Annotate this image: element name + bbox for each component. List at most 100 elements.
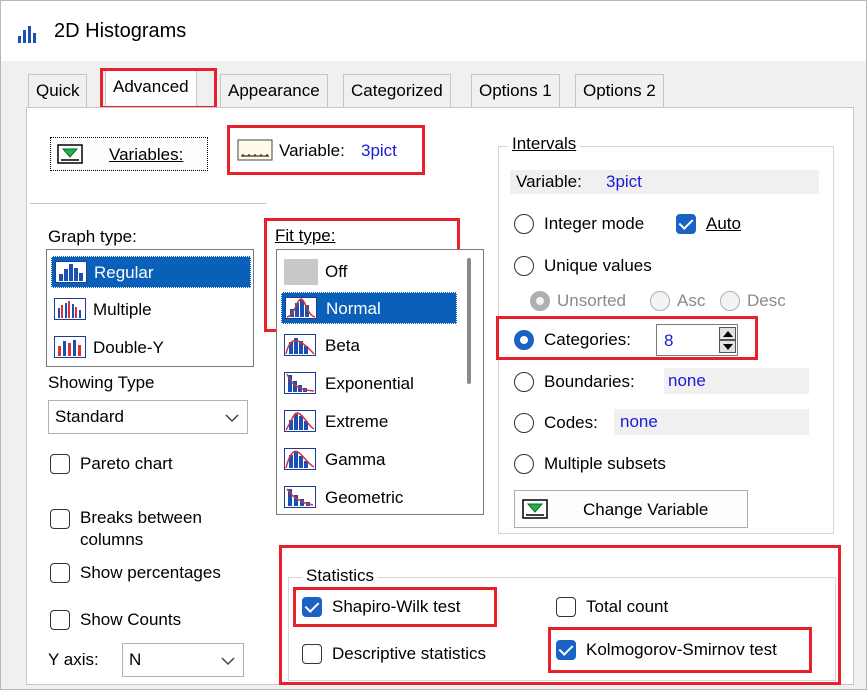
integer-mode-radio[interactable]: Integer mode — [514, 212, 674, 238]
radio-label: Asc — [677, 291, 706, 310]
radio-circle — [530, 291, 550, 311]
list-item-label: Double-Y — [93, 338, 164, 357]
radio-label: Boundaries: — [544, 372, 635, 391]
total-count-checkbox[interactable]: Total count — [556, 595, 726, 621]
fit-type-list[interactable]: Off Normal Beta Exponential Extreme Gamm… — [276, 249, 484, 515]
categories-stepper[interactable]: 8 — [656, 324, 738, 356]
codes-value: none — [620, 412, 658, 431]
radio-label: Integer mode — [544, 214, 645, 233]
intervals-title: Intervals — [508, 134, 581, 154]
list-item[interactable]: Multiple — [51, 294, 251, 326]
asc-radio[interactable]: Asc — [650, 290, 716, 314]
checkbox-box — [556, 640, 576, 660]
checkbox-label: Shapiro-Wilk test — [332, 597, 461, 616]
showing-type-select[interactable]: Standard — [48, 400, 248, 434]
list-item[interactable]: Normal — [281, 292, 457, 324]
list-item[interactable]: Regular — [51, 256, 251, 288]
tab-options-1[interactable]: Options 1 — [471, 74, 560, 108]
list-item[interactable]: Extreme — [281, 406, 457, 438]
list-item-label: Extreme — [325, 412, 389, 431]
scrollbar-thumb[interactable] — [467, 258, 471, 384]
codes-value-field: none — [614, 409, 809, 435]
list-item-label: Geometric — [325, 488, 404, 507]
chevron-down-icon — [225, 414, 239, 423]
checkbox-label: Descriptive statistics — [332, 644, 486, 663]
triangle-down-icon — [723, 344, 733, 350]
radio-circle — [514, 214, 534, 234]
descriptive-statistics-checkbox[interactable]: Descriptive statistics — [302, 642, 532, 668]
gamma-fit-icon — [284, 448, 316, 470]
unsorted-radio[interactable]: Unsorted — [530, 290, 642, 314]
list-item-label: Multiple — [93, 300, 152, 319]
radio-label: Multiple subsets — [544, 454, 666, 473]
list-item[interactable]: Beta — [281, 330, 457, 362]
checkbox-label-line2: columns — [80, 530, 144, 549]
window-title: 2D Histograms — [54, 20, 187, 42]
multiple-subsets-radio[interactable]: Multiple subsets — [514, 452, 714, 478]
show-counts-checkbox[interactable]: Show Counts — [50, 608, 270, 634]
extreme-fit-icon — [284, 410, 316, 432]
y-axis-label: Y axis: — [48, 650, 99, 669]
tab-quick[interactable]: Quick — [28, 74, 88, 108]
normal-fit-icon — [285, 297, 317, 319]
desc-radio[interactable]: Desc — [720, 290, 800, 314]
change-variable-label: Change Variable — [583, 500, 709, 519]
y-axis-select[interactable]: N — [122, 643, 244, 677]
shapiro-wilk-checkbox[interactable]: Shapiro-Wilk test — [302, 595, 492, 621]
variable-display[interactable]: Variable: 3pict — [233, 131, 419, 169]
unique-values-radio[interactable]: Unique values — [514, 254, 714, 280]
green-arrow-icon — [522, 499, 548, 519]
auto-checkbox[interactable]: Auto — [676, 212, 756, 238]
radio-label: Unique values — [544, 256, 652, 275]
radio-label: Desc — [747, 291, 786, 310]
radio-circle — [514, 330, 534, 350]
list-item-label: Regular — [94, 263, 154, 282]
list-item[interactable]: Double-Y — [51, 332, 251, 364]
stepper-down-button[interactable] — [719, 340, 736, 353]
show-percentages-checkbox[interactable]: Show percentages — [50, 561, 270, 587]
variable-value: 3pict — [361, 141, 397, 160]
variable-label: Variable: — [279, 141, 345, 160]
checkbox-label: Breaks between — [80, 508, 202, 527]
boundaries-value-field: none — [664, 368, 809, 394]
highlight-box — [100, 68, 217, 109]
change-variable-button[interactable]: Change Variable — [514, 490, 748, 528]
list-item[interactable]: Exponential — [281, 368, 457, 400]
geometric-fit-icon — [284, 486, 316, 508]
tab-categorized[interactable]: Categorized — [343, 74, 451, 108]
codes-radio[interactable]: Codes: — [514, 411, 614, 437]
categories-value: 8 — [664, 331, 674, 350]
radio-circle — [650, 291, 670, 311]
double-y-histogram-icon — [54, 336, 86, 358]
checkbox-box — [50, 454, 70, 474]
separator — [30, 203, 266, 204]
list-item-label: Normal — [326, 299, 381, 318]
checkbox-label: Pareto chart — [80, 454, 173, 473]
exponential-fit-icon — [284, 372, 316, 394]
list-item-label: Exponential — [325, 374, 414, 393]
checkbox-box — [50, 610, 70, 630]
green-arrow-icon — [57, 144, 83, 164]
categories-radio[interactable]: Categories: — [514, 328, 654, 354]
radio-circle — [514, 372, 534, 392]
list-item[interactable]: Geometric — [281, 482, 457, 514]
kolmogorov-smirnov-checkbox[interactable]: Kolmogorov-Smirnov test — [556, 638, 806, 664]
checkbox-label: Show percentages — [80, 563, 221, 582]
y-axis-value: N — [129, 650, 142, 669]
showing-type-value: Standard — [55, 407, 124, 426]
boundaries-radio[interactable]: Boundaries: — [514, 370, 664, 396]
variables-button[interactable]: Variables: — [50, 137, 208, 171]
tab-options-2[interactable]: Options 2 — [575, 74, 664, 108]
tab-appearance[interactable]: Appearance — [220, 74, 328, 108]
breaks-between-columns-checkbox[interactable]: Breaks between columns — [50, 505, 270, 555]
radio-label: Categories: — [544, 330, 631, 349]
graph-type-list[interactable]: Regular Multiple Double-Y — [46, 249, 254, 367]
checkbox-label: Kolmogorov-Smirnov test — [586, 640, 777, 659]
intervals-variable-label: Variable: — [516, 172, 582, 191]
radio-circle — [720, 291, 740, 311]
list-item[interactable]: Gamma — [281, 444, 457, 476]
list-item[interactable]: Off — [281, 256, 457, 288]
pareto-chart-checkbox[interactable]: Pareto chart — [50, 452, 270, 478]
variable-icon — [237, 139, 273, 161]
stepper-up-button[interactable] — [719, 327, 736, 340]
